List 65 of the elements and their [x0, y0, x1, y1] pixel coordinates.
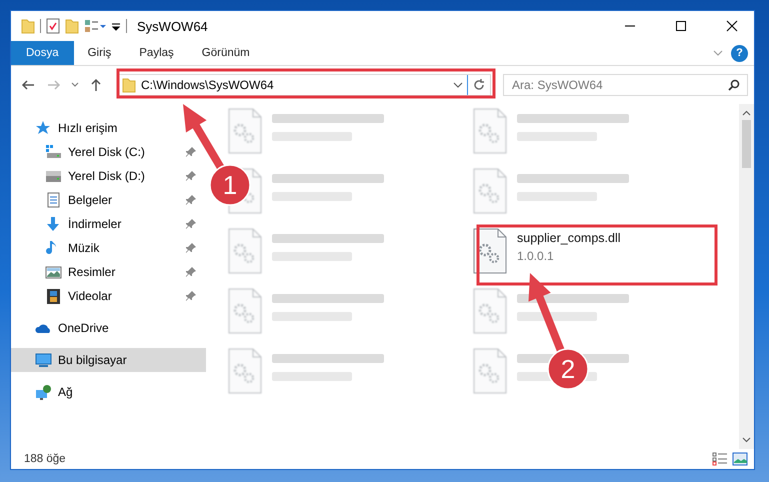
nav-item[interactable]: Belgeler	[11, 188, 206, 212]
nav-item[interactable]: Ağ	[11, 380, 206, 404]
step-number: 1	[222, 170, 238, 200]
tiles-view-icon[interactable]	[732, 452, 748, 466]
network-icon	[35, 384, 52, 400]
pin-icon[interactable]	[186, 243, 196, 253]
help-button[interactable]: ?	[731, 44, 748, 62]
nav-item[interactable]: Yerel Disk (D:)	[11, 164, 206, 188]
maximize-icon	[674, 20, 686, 32]
up-icon[interactable]	[90, 78, 102, 92]
nav-item[interactable]: Müzik	[11, 236, 206, 260]
ribbon-tab[interactable]: Dosya	[11, 41, 74, 65]
back-icon[interactable]	[21, 79, 35, 91]
step-marker	[209, 164, 251, 206]
nav-item[interactable]: İndirmeler	[11, 212, 206, 236]
scroll-down-icon[interactable]	[742, 437, 751, 443]
file-name[interactable]: supplier_comps.dll	[517, 231, 621, 245]
file-detail: 1.0.0.1	[517, 249, 555, 263]
search-icon[interactable]	[728, 79, 740, 91]
arrow	[183, 104, 224, 170]
forward-icon[interactable]	[47, 79, 61, 91]
details-view-icon[interactable]	[712, 452, 728, 466]
nav-item[interactable]: Videolar	[11, 284, 206, 308]
pictures-icon	[45, 264, 62, 280]
item-count: 188 öğe	[24, 453, 66, 465]
pin-icon[interactable]	[186, 147, 196, 157]
video-icon	[45, 288, 62, 304]
dll-file-icon[interactable]	[473, 228, 507, 274]
address-bar[interactable]: C:\Windows\SysWOW64	[117, 74, 491, 96]
step-number: 2	[560, 354, 576, 384]
nav-item[interactable]: Bu bilgisayar	[11, 348, 206, 372]
ribbon-tab[interactable]: Görünüm	[188, 41, 264, 65]
close-icon	[726, 20, 738, 32]
search-field[interactable]: Ara: SysWOW64	[503, 74, 748, 96]
pin-icon[interactable]	[186, 219, 196, 229]
nav-item[interactable]: Resimler	[11, 260, 206, 284]
ribbon-tab[interactable]: Paylaş	[125, 41, 188, 65]
pin-icon[interactable]	[186, 195, 196, 205]
recent-caret-icon[interactable]	[71, 82, 79, 88]
refresh-icon[interactable]	[473, 79, 485, 91]
document-icon	[45, 192, 62, 208]
scroll-up-icon[interactable]	[742, 110, 751, 116]
nav-item[interactable]: Yerel Disk (C:)	[11, 140, 206, 164]
pin-icon[interactable]	[186, 267, 196, 277]
pin-icon[interactable]	[186, 291, 196, 301]
dropdown-caret-icon[interactable]	[453, 82, 463, 88]
scrollbar[interactable]	[739, 104, 754, 449]
view-menu-icon[interactable]	[84, 18, 106, 34]
nav-item[interactable]: OneDrive	[11, 316, 206, 340]
windrive-icon	[45, 144, 62, 160]
ribbon-tab[interactable]: Giriş	[74, 41, 126, 65]
expand-ribbon-icon[interactable]	[713, 48, 723, 58]
nav-item[interactable]: Hızlı erişim	[11, 116, 206, 140]
pin-icon[interactable]	[186, 171, 196, 181]
address-path: C:\Windows\SysWOW64	[140, 78, 275, 92]
scrollbar-thumb[interactable]	[742, 120, 751, 168]
step-marker	[547, 348, 589, 390]
properties-icon[interactable]	[46, 18, 60, 34]
star-icon	[35, 120, 52, 136]
folder-icon[interactable]	[65, 18, 79, 34]
computer-icon	[35, 352, 52, 368]
download-icon	[45, 216, 62, 232]
folder-icon	[122, 77, 136, 93]
window-title: SysWOW64	[137, 18, 209, 34]
folder-icon[interactable]	[21, 18, 35, 34]
